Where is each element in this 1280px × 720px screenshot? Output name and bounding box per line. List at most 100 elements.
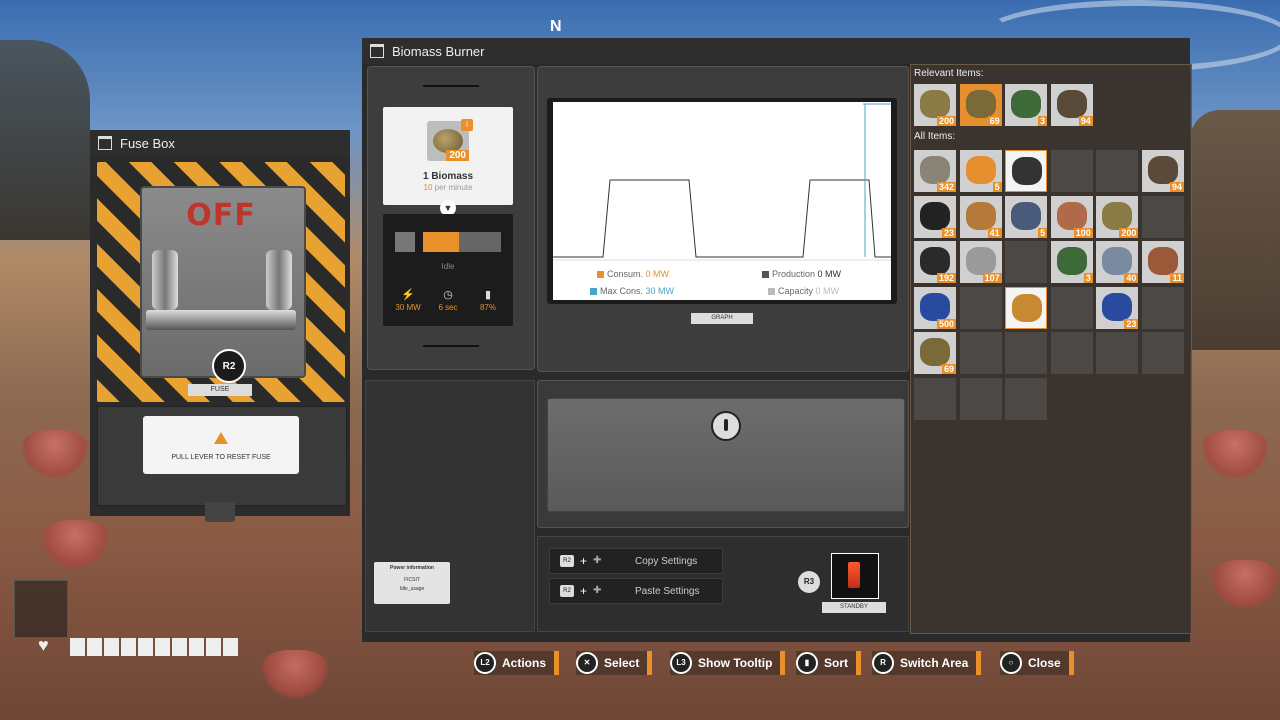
background-plant	[1210, 560, 1280, 610]
fuse-lever[interactable]	[146, 310, 296, 330]
prompt-sort[interactable]: ▮ Sort	[796, 651, 861, 675]
item-icon	[965, 90, 996, 118]
item-count: 107	[982, 273, 1002, 284]
inventory-slot[interactable]	[1005, 378, 1048, 420]
inventory-slot[interactable]	[1005, 150, 1048, 192]
inventory-slot[interactable]	[1142, 195, 1184, 238]
inventory-slot[interactable]	[1005, 332, 1048, 375]
legend-label: Capacity	[778, 286, 814, 296]
prompt-close[interactable]: ○ Close	[1000, 651, 1074, 675]
prompt-label: Switch Area	[900, 656, 969, 670]
inventory-slot[interactable]: 11	[1142, 241, 1184, 284]
item-count: 200	[936, 116, 956, 126]
legend-consum: Consum. 0 MW	[597, 269, 669, 279]
stat-value: 30 MW	[395, 303, 421, 312]
inventory-slot[interactable]	[1096, 150, 1139, 192]
inventory-slot[interactable]: 107	[959, 241, 1002, 284]
prompt-label: Close	[1028, 656, 1061, 670]
r2-button-hint[interactable]: R2	[212, 349, 246, 383]
item-count: 5	[992, 182, 1002, 192]
compass-heading: N	[550, 18, 562, 35]
inventory-slot[interactable]: 23	[1096, 286, 1139, 329]
item-icon	[1148, 247, 1178, 276]
legend-capacity: Capacity 0 MW	[768, 286, 839, 296]
fuse-state-text: OFF	[186, 198, 256, 233]
inventory-slot[interactable]: 40	[1096, 241, 1139, 284]
item-count: 192	[936, 273, 956, 284]
prompt-actions[interactable]: L2 Actions	[474, 651, 560, 675]
stat-value: 6 sec	[438, 303, 458, 312]
legend-value: 0 MW	[645, 269, 670, 279]
consumption-line	[553, 179, 891, 258]
timer-icon: ◷	[443, 289, 453, 301]
item-count: 94	[1078, 116, 1093, 126]
fuel-slot-card[interactable]: 200 i 1 Biomass 10 per minute	[383, 107, 513, 205]
prompt-show-tooltip[interactable]: L3 Show Tooltip	[670, 651, 786, 675]
item-count: 40	[1124, 273, 1139, 284]
inventory-slot[interactable]: 192	[914, 241, 956, 284]
inventory-slot[interactable]: 500	[914, 286, 956, 329]
item-count: 500	[936, 318, 956, 329]
prompt-separator	[976, 651, 982, 675]
health-cell	[70, 638, 86, 656]
health-cell	[155, 638, 171, 656]
power-info-line: FICSIT	[404, 577, 420, 583]
item-count: 11	[1170, 273, 1184, 284]
inventory-slot[interactable]: 94	[1142, 150, 1184, 192]
inventory-slot[interactable]: 41	[959, 195, 1002, 238]
inventory-slot[interactable]: 3	[1050, 241, 1093, 284]
inventory-slot[interactable]: 342	[914, 150, 956, 192]
inventory-slot[interactable]	[1005, 286, 1048, 329]
item-icon	[1102, 201, 1133, 230]
inventory-slot[interactable]	[959, 286, 1002, 329]
inventory-slot[interactable]: 69	[914, 332, 956, 375]
inventory-slot[interactable]: 100	[1050, 195, 1093, 238]
inventory-slot[interactable]: 3	[1005, 84, 1048, 126]
inventory-slot[interactable]	[1005, 241, 1048, 284]
touchpad-icon: ▮	[796, 652, 818, 674]
paste-settings-button[interactable]: R2 + ✚ Paste Settings	[549, 578, 723, 604]
relevant-items-title: Relevant Items:	[914, 68, 984, 79]
stat-value: 87%	[479, 303, 496, 312]
copy-settings-button[interactable]: R2 + ✚ Copy Settings	[549, 548, 723, 574]
legend-max-cons: Max Cons. 30 MW	[590, 286, 674, 296]
background-plant	[260, 650, 330, 700]
inventory-slot[interactable]: 23	[914, 195, 956, 238]
inventory-slot[interactable]: 5	[1005, 195, 1048, 238]
item-count: 69	[941, 364, 956, 375]
inventory-slot[interactable]	[959, 378, 1002, 420]
standby-switch[interactable]	[831, 553, 879, 599]
prompt-select[interactable]: ✕ Select	[576, 651, 653, 675]
inventory-slot[interactable]: 69	[959, 84, 1002, 126]
all-items-title: All Items:	[914, 131, 956, 142]
item-icon	[1011, 90, 1042, 118]
prompt-switch-area[interactable]: R Switch Area	[872, 651, 982, 675]
info-icon[interactable]: i	[461, 119, 473, 131]
dpad-icon: ✚	[593, 555, 602, 566]
inventory-slot[interactable]	[1050, 286, 1093, 329]
prompt-label: Show Tooltip	[698, 656, 773, 670]
lock-icon	[711, 411, 741, 441]
stat-power: ⚡ 30 MW	[388, 288, 428, 312]
inventory-slot[interactable]	[1050, 332, 1093, 375]
inventory-slot[interactable]: 94	[1050, 84, 1093, 126]
inventory-slot[interactable]: 5	[959, 150, 1002, 192]
inventory-slot[interactable]	[1142, 332, 1184, 375]
prompt-separator	[780, 651, 786, 675]
prompt-separator	[1068, 651, 1074, 675]
item-count: 94	[1169, 182, 1184, 192]
inventory-slot[interactable]: 200	[914, 84, 956, 126]
inventory-slot[interactable]	[959, 332, 1002, 375]
prompt-label: Actions	[502, 656, 547, 670]
inventory-slot[interactable]	[1096, 332, 1139, 375]
inventory-slot[interactable]	[1142, 286, 1184, 329]
graph-tab[interactable]: GRAPH	[691, 313, 753, 324]
r3-key-icon: R3	[798, 571, 820, 593]
item-icon	[965, 156, 996, 184]
inventory-slot[interactable]	[1050, 150, 1093, 192]
inventory-slot[interactable]	[914, 378, 956, 420]
item-count: 3	[1083, 273, 1093, 284]
inventory-slot[interactable]: 200	[1096, 195, 1139, 238]
fuse-box-title: Fuse Box	[120, 135, 175, 151]
health-cell	[121, 638, 137, 656]
